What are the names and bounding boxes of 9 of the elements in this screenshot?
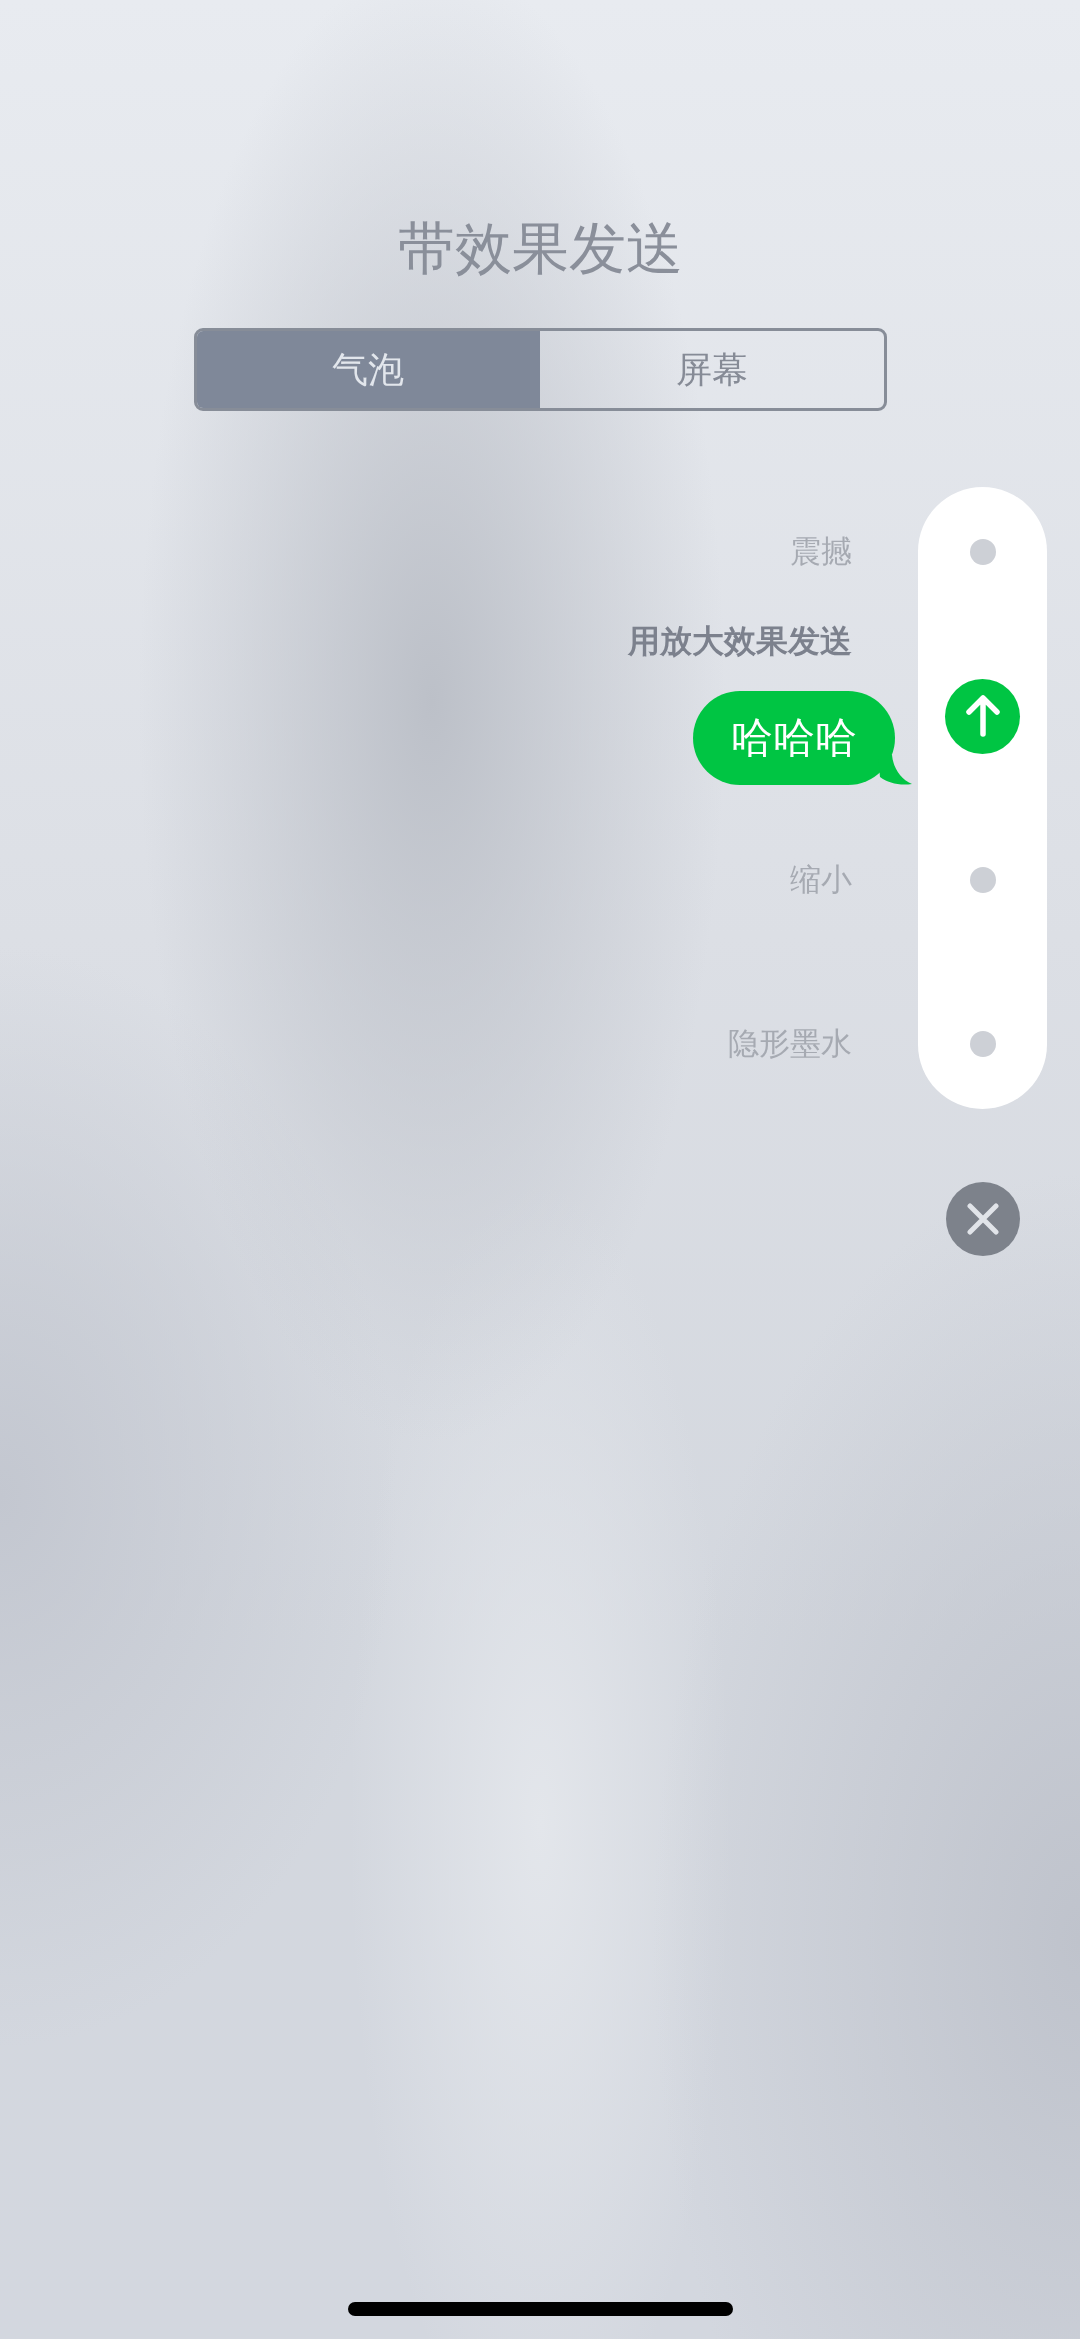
message-bubble: 哈哈哈 [693,691,895,785]
close-icon [966,1203,999,1235]
segment-tab[interactable]: 气泡 [196,331,540,408]
segment-tab[interactable]: 屏幕 [540,331,884,408]
sheet-title: 带效果发送 [397,216,683,280]
effect-label[interactable]: 用放大效果发送 [628,623,852,659]
effect-label[interactable]: 震撼 [790,534,852,570]
arrow-up-icon [965,695,1000,737]
bubble-tail-icon [878,755,912,785]
